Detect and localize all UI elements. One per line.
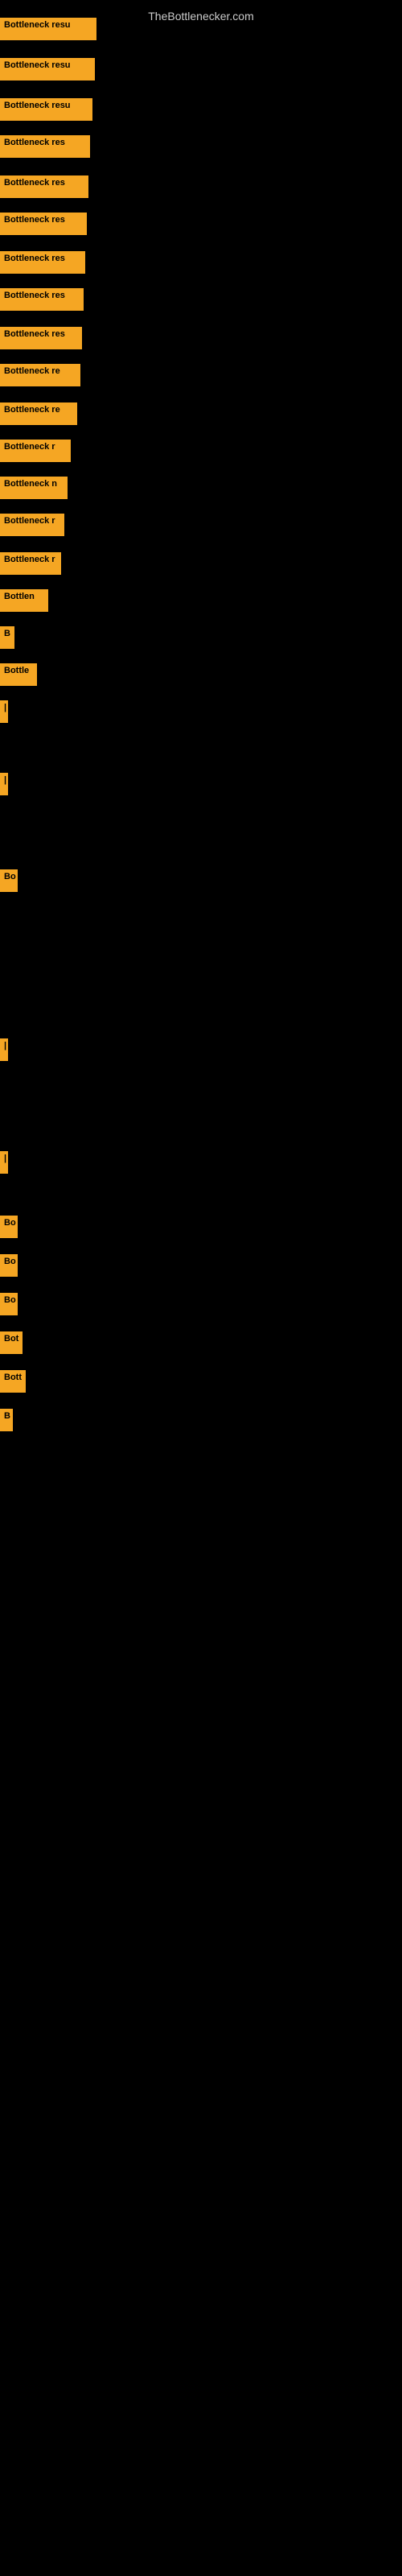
bottleneck-item[interactable]: Bottleneck res	[0, 288, 84, 311]
bottleneck-item[interactable]: |	[0, 1038, 8, 1061]
bottleneck-item[interactable]: B	[0, 1409, 13, 1431]
bottleneck-item[interactable]: Bottleneck resu	[0, 18, 96, 40]
bottleneck-item[interactable]: |	[0, 773, 8, 795]
bottleneck-item[interactable]: |	[0, 1151, 8, 1174]
bottleneck-item[interactable]: Bottle	[0, 663, 37, 686]
bottleneck-item[interactable]: Bottleneck re	[0, 402, 77, 425]
bottleneck-item[interactable]: Bottleneck r	[0, 440, 71, 462]
bottleneck-item[interactable]: Bottleneck res	[0, 213, 87, 235]
bottleneck-item[interactable]: Bottleneck resu	[0, 58, 95, 80]
bottleneck-item[interactable]: Bottleneck res	[0, 175, 88, 198]
bottleneck-item[interactable]: Bottleneck res	[0, 251, 85, 274]
bottleneck-item[interactable]: Bo	[0, 869, 18, 892]
bottleneck-item[interactable]: Bottleneck resu	[0, 98, 92, 121]
bottleneck-item[interactable]: Bottlen	[0, 589, 48, 612]
bottleneck-item[interactable]: Bottleneck res	[0, 327, 82, 349]
bottleneck-item[interactable]: Bo	[0, 1216, 18, 1238]
bottleneck-item[interactable]: Bott	[0, 1370, 26, 1393]
bottleneck-item[interactable]: Bottleneck r	[0, 552, 61, 575]
bottleneck-item[interactable]: Bot	[0, 1331, 23, 1354]
bottleneck-item[interactable]: Bottleneck re	[0, 364, 80, 386]
bottleneck-item[interactable]: |	[0, 700, 8, 723]
bottleneck-item[interactable]: Bottleneck res	[0, 135, 90, 158]
bottleneck-item[interactable]: Bo	[0, 1293, 18, 1315]
bottleneck-item[interactable]: B	[0, 626, 14, 649]
bottleneck-item[interactable]: Bo	[0, 1254, 18, 1277]
bottleneck-item[interactable]: Bottleneck r	[0, 514, 64, 536]
bottleneck-item[interactable]: Bottleneck n	[0, 477, 68, 499]
